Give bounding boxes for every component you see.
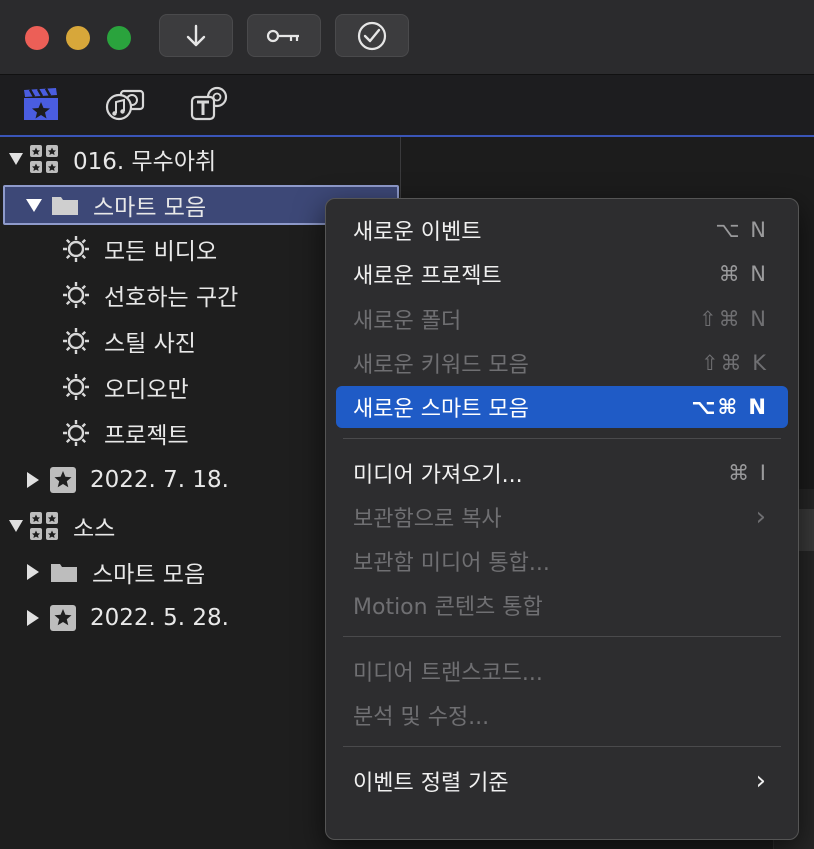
disclosure-triangle-down-icon[interactable] [25,198,43,212]
menu-separator [343,746,781,747]
smart-collection-row[interactable]: 스틸 사진 [62,321,196,361]
gear-icon [62,235,90,263]
menu-item-label: 새로운 이벤트 [353,220,482,245]
menu-item-new-event[interactable]: 새로운 이벤트 ⌥ N [336,209,788,251]
gear-icon [62,327,90,355]
titles-generators-tab[interactable] [189,85,229,127]
menu-item-label: 미디어 트랜스코드... [353,661,543,686]
menu-item-new-folder[interactable]: 새로운 폴더 ⇧⌘ N [336,298,788,340]
event-star-icon [50,605,76,631]
gear-icon [62,373,90,401]
photos-audio-tab[interactable] [105,87,145,125]
disclosure-triangle-right-icon[interactable] [24,610,42,626]
event-row[interactable]: 2022. 7. 18. [24,460,229,500]
event-name: 2022. 7. 18. [90,467,229,493]
minimize-window-button[interactable] [66,26,90,50]
event-name: 2022. 5. 28. [90,605,229,631]
menu-item-shortcut: ⌥⌘ N [691,395,768,419]
menu-item-new-keyword-collection[interactable]: 새로운 키워드 모음 ⇧⌘ K [336,342,788,384]
close-window-button[interactable] [25,26,49,50]
menu-item-shortcut: ⌥ N [715,218,768,242]
smart-collection-row[interactable]: 선호하는 구간 [62,275,238,315]
folder-name: 스마트 모음 [93,195,207,221]
event-row[interactable]: 2022. 5. 28. [24,598,229,638]
smart-collection-row[interactable]: 모든 비디오 [62,229,217,269]
menu-item-label: 분석 및 수정... [353,705,490,730]
menu-separator [343,636,781,637]
library-name: 016. 무수아취 [73,149,217,175]
menu-item-label: 보관함 미디어 통합... [353,551,550,576]
menu-item-label: 보관함으로 복사 [353,507,502,532]
import-media-button[interactable] [159,14,233,57]
folder-icon [50,561,78,583]
menu-item-analyze-and-fix[interactable]: 분석 및 수정... [336,694,788,736]
import-arrow-icon [185,24,207,48]
folder-name: 스마트 모음 [92,562,206,588]
titles-generators-icon [189,85,229,127]
folder-icon [51,194,79,216]
menu-item-label: 새로운 프로젝트 [353,264,502,289]
background-tasks-button[interactable] [335,14,409,57]
menu-item-new-project[interactable]: 새로운 프로젝트 ⌘ N [336,253,788,295]
menu-item-import-media[interactable]: 미디어 가져오기... ⌘ I [336,452,788,494]
gear-icon [62,419,90,447]
disclosure-triangle-right-icon[interactable] [24,564,42,580]
submenu-chevron-icon: › [755,766,768,796]
smart-collection-label: 선호하는 구간 [104,285,239,311]
libraries-icon [22,86,60,126]
disclosure-triangle-down-icon[interactable] [7,520,25,532]
library-row[interactable]: 016. 무수아취 [7,139,216,179]
menu-item-new-smart-collection[interactable]: 새로운 스마트 모음 ⌥⌘ N [336,386,788,428]
menu-item-label: 이벤트 정렬 기준 [353,771,509,796]
smart-collection-label: 프로젝트 [104,423,189,449]
checkmark-icon [356,20,388,52]
menu-item-copy-to-library[interactable]: 보관함으로 복사 › [336,496,788,538]
menu-item-consolidate-library-media[interactable]: 보관함 미디어 통합... [336,540,788,582]
menu-item-consolidate-motion-content[interactable]: Motion 콘텐츠 통합 [336,584,788,626]
menu-item-label: Motion 콘텐츠 통합 [353,595,543,620]
menu-item-shortcut: ⌘ N [718,262,768,286]
event-star-icon [50,467,76,493]
folder-row[interactable]: 스마트 모음 [24,552,205,592]
smart-collection-label: 스틸 사진 [104,331,196,357]
library-icon [29,144,59,174]
submenu-chevron-icon: › [755,502,768,532]
disclosure-triangle-down-icon[interactable] [7,153,25,165]
library-name: 소스 [73,516,116,542]
menu-item-label: 새로운 스마트 모음 [353,397,529,422]
libraries-tab[interactable] [21,87,61,125]
disclosure-triangle-right-icon[interactable] [24,472,42,488]
smart-collection-label: 오디오만 [104,377,189,403]
smart-collection-row[interactable]: 오디오만 [62,367,189,407]
gear-icon [62,281,90,309]
photos-audio-icon [105,85,145,127]
window-toolbar [0,0,814,75]
keyword-editor-button[interactable] [247,14,321,57]
menu-item-shortcut: ⇧⌘ K [700,351,768,375]
menu-item-label: 새로운 폴더 [353,309,462,334]
smart-collection-label: 모든 비디오 [104,239,218,265]
zoom-window-button[interactable] [107,26,131,50]
menu-item-label: 미디어 가져오기... [353,463,523,488]
context-menu: 새로운 이벤트 ⌥ N 새로운 프로젝트 ⌘ N 새로운 폴더 ⇧⌘ N 새로운… [325,198,799,840]
library-row[interactable]: 소스 [7,506,115,546]
smart-collection-row[interactable]: 프로젝트 [62,413,189,453]
menu-item-transcode-media[interactable]: 미디어 트랜스코드... [336,650,788,692]
menu-item-shortcut: ⇧⌘ N [699,307,768,331]
menu-item-shortcut: ⌘ I [728,461,768,485]
browser-tab-bar [0,75,814,137]
key-icon [266,27,302,45]
menu-separator [343,438,781,439]
menu-item-label: 새로운 키워드 모음 [353,353,529,378]
menu-item-sort-events-by[interactable]: 이벤트 정렬 기준 › [336,760,788,802]
library-icon [29,511,59,541]
